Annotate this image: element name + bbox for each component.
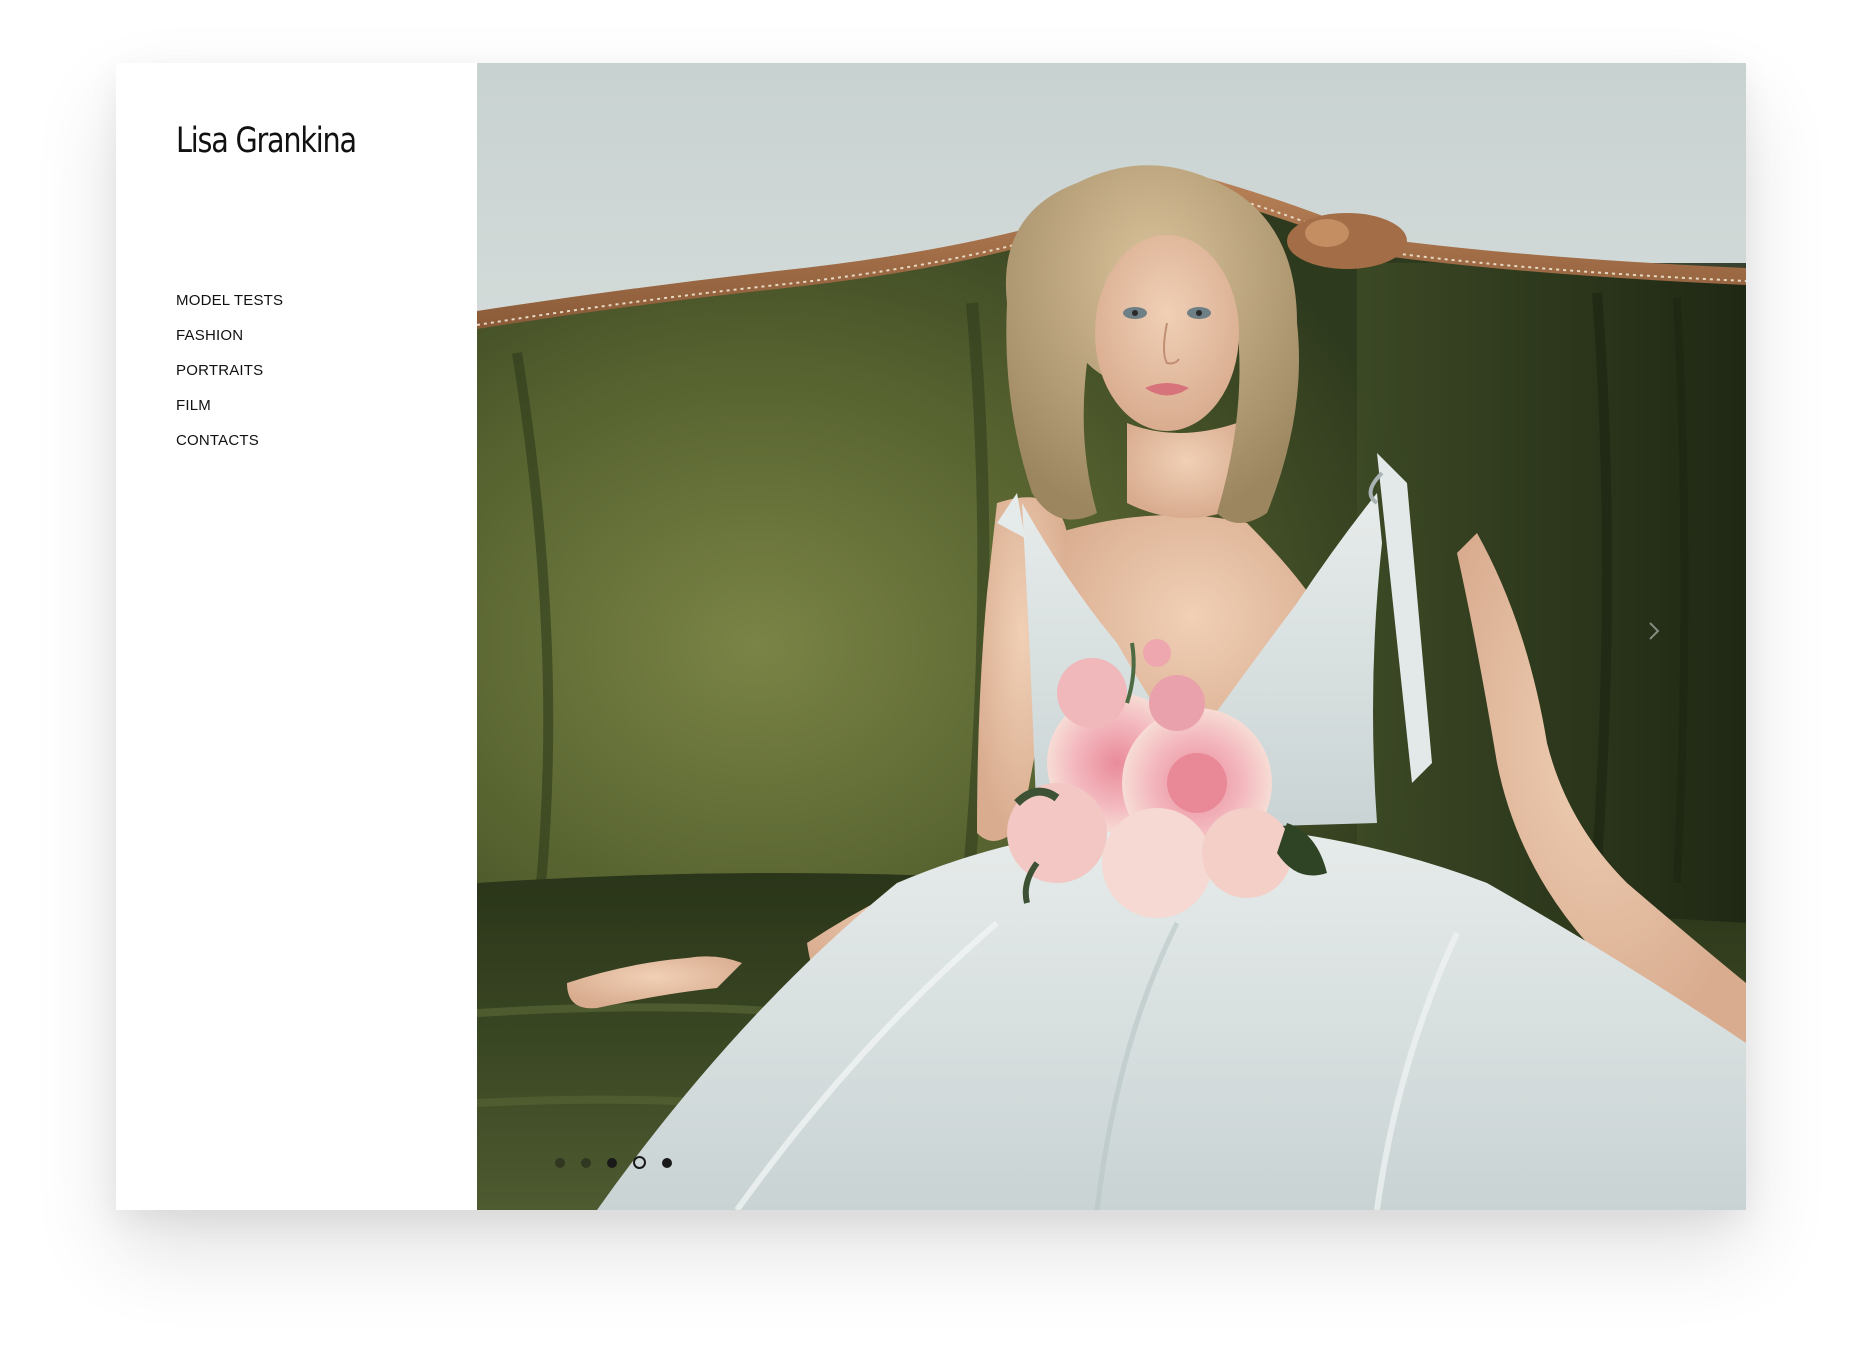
nav-item: FILM	[176, 396, 283, 431]
hero-photo	[477, 63, 1746, 1210]
nav-link-fashion[interactable]: FASHION	[176, 326, 243, 346]
slide-indicators	[555, 1156, 672, 1169]
sidebar: Lisa Grankina MODEL TESTS FASHION PORTRA…	[116, 63, 477, 1210]
nav-item: PORTRAITS	[176, 361, 283, 396]
site-title[interactable]: Lisa Grankina	[176, 121, 357, 161]
chevron-right-icon[interactable]	[1642, 615, 1666, 647]
nav-link-model-tests[interactable]: MODEL TESTS	[176, 291, 283, 311]
nav-link-portraits[interactable]: PORTRAITS	[176, 361, 263, 381]
slide-dot[interactable]	[581, 1157, 591, 1168]
nav-item: CONTACTS	[176, 431, 283, 466]
slide-dot[interactable]	[607, 1157, 617, 1168]
slide-dot[interactable]	[662, 1157, 672, 1168]
hero-slideshow	[477, 63, 1746, 1210]
main-nav: MODEL TESTS FASHION PORTRAITS FILM CONTA…	[176, 291, 283, 466]
nav-item: FASHION	[176, 326, 283, 361]
nav-link-contacts[interactable]: CONTACTS	[176, 431, 259, 451]
nav-link-film[interactable]: FILM	[176, 396, 211, 416]
page-frame: Lisa Grankina MODEL TESTS FASHION PORTRA…	[116, 63, 1746, 1210]
nav-item: MODEL TESTS	[176, 291, 283, 326]
slide-dot-active[interactable]	[633, 1156, 646, 1169]
slide-dot[interactable]	[555, 1157, 565, 1168]
